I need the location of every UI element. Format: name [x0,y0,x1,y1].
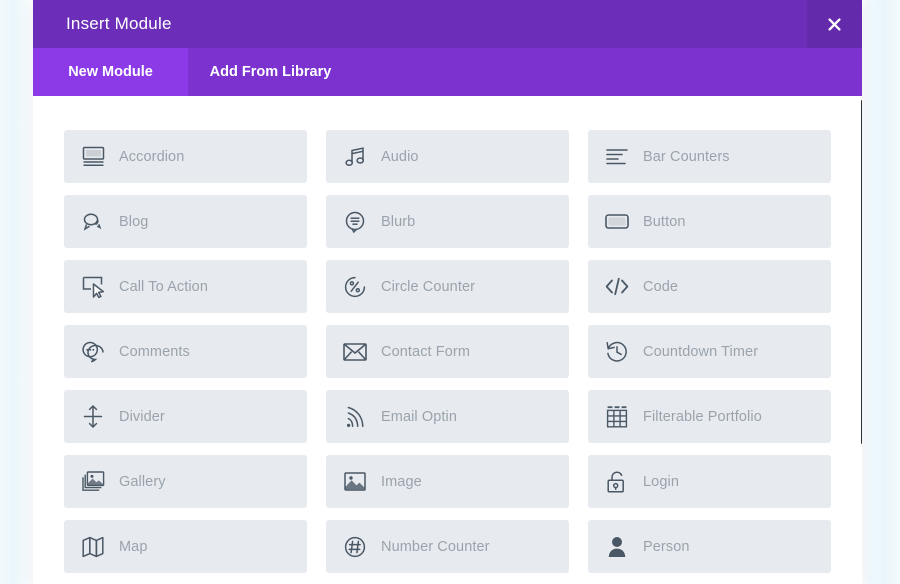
module-label: Code [643,279,678,295]
accordion-icon [80,144,106,170]
insert-module-modal: Insert Module New Module Add From Librar… [33,0,862,584]
countdown-timer-icon [604,339,630,365]
scrollbar-track[interactable] [861,96,862,584]
code-icon [604,274,630,300]
module-label: Call To Action [119,279,208,295]
modal-tab-bar: New Module Add From Library [33,48,862,96]
module-tile-blurb[interactable]: Blurb [326,195,569,248]
button-icon [604,209,630,235]
module-grid: Accordion Audio [33,96,862,573]
module-tile-email-optin[interactable]: Email Optin [326,390,569,443]
module-label: Bar Counters [643,149,730,165]
close-icon [828,18,841,31]
blog-icon [80,209,106,235]
module-label: Divider [119,409,165,425]
module-label: Gallery [119,474,166,490]
module-label: Email Optin [381,409,457,425]
module-label: Login [643,474,679,490]
module-tile-filterable-portfolio[interactable]: Filterable Portfolio [588,390,831,443]
person-icon [604,534,630,560]
close-button[interactable] [807,0,862,48]
module-tile-accordion[interactable]: Accordion [64,130,307,183]
module-tile-number-counter[interactable]: Number Counter [326,520,569,573]
module-tile-circle-counter[interactable]: Circle Counter [326,260,569,313]
module-label: Blurb [381,214,415,230]
module-list-body: Accordion Audio [33,96,862,584]
tab-add-from-library-label: Add From Library [210,64,332,80]
login-icon [604,469,630,495]
module-tile-blog[interactable]: Blog [64,195,307,248]
module-tile-comments[interactable]: Comments [64,325,307,378]
call-to-action-icon [80,274,106,300]
module-label: Countdown Timer [643,344,758,360]
module-label: Filterable Portfolio [643,409,762,425]
module-tile-gallery[interactable]: Gallery [64,455,307,508]
module-tile-image[interactable]: Image [326,455,569,508]
image-icon [342,469,368,495]
module-label: Accordion [119,149,184,165]
module-label: Person [643,539,690,555]
map-icon [80,534,106,560]
audio-icon [342,144,368,170]
module-tile-divider[interactable]: Divider [64,390,307,443]
module-label: Comments [119,344,190,360]
module-label: Map [119,539,148,555]
module-tile-bar-counters[interactable]: Bar Counters [588,130,831,183]
module-tile-person[interactable]: Person [588,520,831,573]
page-title: Insert Module [33,0,172,48]
module-tile-contact-form[interactable]: Contact Form [326,325,569,378]
tab-new-module[interactable]: New Module [33,48,188,96]
tab-new-module-label: New Module [68,64,153,80]
module-tile-login[interactable]: Login [588,455,831,508]
module-tile-button[interactable]: Button [588,195,831,248]
module-label: Contact Form [381,344,470,360]
module-tile-call-to-action[interactable]: Call To Action [64,260,307,313]
module-label: Number Counter [381,539,490,555]
module-tile-map[interactable]: Map [64,520,307,573]
comments-icon [80,339,106,365]
bar-counters-icon [604,144,630,170]
divider-icon [80,404,106,430]
module-label: Audio [381,149,419,165]
circle-counter-icon [342,274,368,300]
gallery-icon [80,469,106,495]
modal-header: Insert Module [33,0,862,48]
scrollbar-thumb[interactable] [861,100,862,444]
email-optin-icon [342,404,368,430]
contact-form-icon [342,339,368,365]
module-tile-countdown-timer[interactable]: Countdown Timer [588,325,831,378]
number-counter-icon [342,534,368,560]
module-tile-audio[interactable]: Audio [326,130,569,183]
module-label: Blog [119,214,148,230]
module-label: Button [643,214,686,230]
module-tile-code[interactable]: Code [588,260,831,313]
filterable-portfolio-icon [604,404,630,430]
tab-add-from-library[interactable]: Add From Library [188,48,353,96]
module-label: Circle Counter [381,279,475,295]
module-label: Image [381,474,422,490]
blurb-icon [342,209,368,235]
